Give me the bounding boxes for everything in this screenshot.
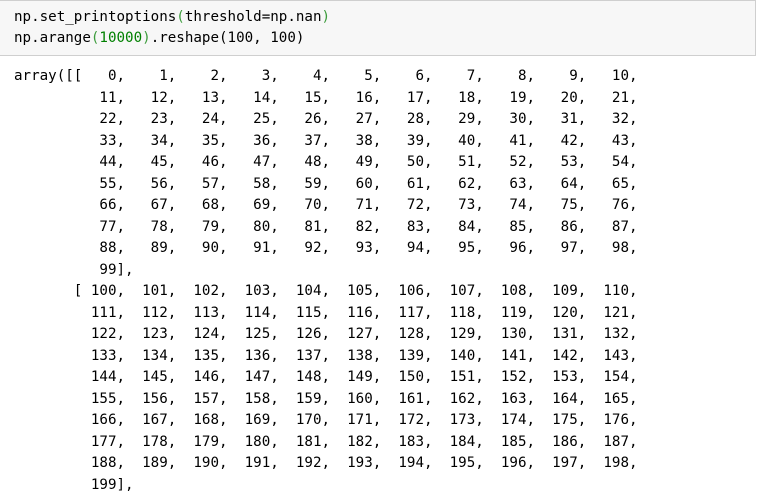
function-name: np.arange [14,30,91,46]
code-editor[interactable]: np.set_printoptions(threshold=np.nan) np… [14,7,330,49]
number-literal: 10000 [99,30,143,46]
output-line: 177, 178, 179, 180, 181, 182, 183, 184, … [14,433,638,450]
output-line: 99], [14,261,134,278]
output-line: 44, 45, 46, 47, 48, 49, 50, 51, 52, 53, … [14,154,638,170]
open-paren: ( [176,9,185,25]
output-line: 33, 34, 35, 36, 37, 38, 39, 40, 41, 42, … [14,132,638,149]
code-line-1: np.set_printoptions(threshold=np.nan) [14,9,330,25]
output-line: 188, 189, 190, 191, 192, 193, 194, 195, … [14,455,638,471]
code-output-cell: array([[ 0, 1, 2, 3, 4, 5, 6, 7, 8, 9, 1… [0,56,758,502]
output-line: 66, 67, 68, 69, 70, 71, 72, 73, 74, 75, … [14,197,638,213]
output-line: 88, 89, 90, 91, 92, 93, 94, 95, 96, 97, … [14,240,638,256]
method-call: .reshape(100, 100) [150,30,305,46]
output-line: 55, 56, 57, 58, 59, 60, 61, 62, 63, 64, … [14,175,638,192]
output-line: array([[ 0, 1, 2, 3, 4, 5, 6, 7, 8, 9, 1… [14,68,638,84]
output-text: array([[ 0, 1, 2, 3, 4, 5, 6, 7, 8, 9, 1… [14,66,638,496]
function-name: np.set_printoptions [14,9,177,25]
close-paren: ) [321,9,331,25]
output-line: 166, 167, 168, 169, 170, 171, 172, 173, … [14,412,638,428]
code-line-2: np.arange(10000).reshape(100, 100) [14,30,304,46]
output-line: 155, 156, 157, 158, 159, 160, 161, 162, … [14,390,638,407]
output-line: 122, 123, 124, 125, 126, 127, 128, 129, … [14,326,638,342]
close-paren: ) [142,30,151,46]
function-args: threshold=np.nan [184,9,322,25]
code-input-cell[interactable]: np.set_printoptions(threshold=np.nan) np… [0,0,756,56]
output-line: 144, 145, 146, 147, 148, 149, 150, 151, … [14,369,638,385]
output-line: 111, 112, 113, 114, 115, 116, 117, 118, … [14,304,638,321]
output-line: 11, 12, 13, 14, 15, 16, 17, 18, 19, 20, … [14,89,638,106]
output-line: 199], [14,476,134,493]
output-line: 133, 134, 135, 136, 137, 138, 139, 140, … [14,347,638,364]
output-line: 22, 23, 24, 25, 26, 27, 28, 29, 30, 31, … [14,111,638,127]
output-line: 77, 78, 79, 80, 81, 82, 83, 84, 85, 86, … [14,218,638,235]
output-line: [ 100, 101, 102, 103, 104, 105, 106, 107… [14,283,638,299]
